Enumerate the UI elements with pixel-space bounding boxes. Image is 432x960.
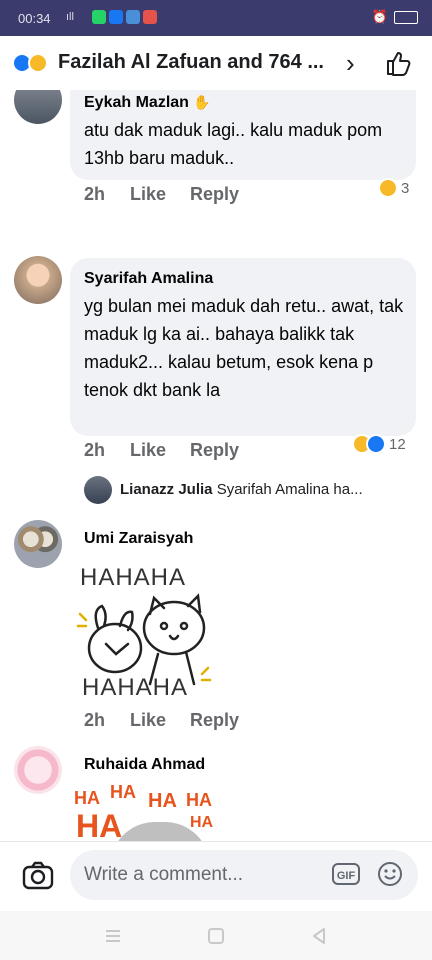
sticker-word: HA <box>110 782 136 802</box>
sticker-word: HA <box>190 814 214 831</box>
like-button[interactable]: Like <box>130 184 166 205</box>
like-thumb-icon[interactable] <box>384 48 414 78</box>
status-bar: 00:34 ıll ⏰ <box>0 0 432 36</box>
sticker-word: HA <box>76 808 123 844</box>
comment-list[interactable]: Eykah Mazlan ✋ atu dak maduk lagi.. kalu… <box>0 90 432 877</box>
comment-author[interactable]: Eykah Mazlan ✋ <box>84 94 211 112</box>
comment-bubble[interactable]: Eykah Mazlan ✋ atu dak maduk lagi.. kalu… <box>70 90 416 180</box>
haha-reaction-icon <box>378 178 398 198</box>
reply-avatar[interactable] <box>84 476 112 504</box>
reactions-header[interactable]: Fazilah Al Zafuan and 764 ... › <box>0 36 432 90</box>
comment-time: 2h <box>84 710 106 730</box>
facebook-icon <box>109 10 123 24</box>
like-button[interactable]: Like <box>130 710 166 731</box>
comment-time: 2h <box>84 440 106 460</box>
reactions-summary[interactable]: Fazilah Al Zafuan and 764 ... <box>58 51 344 74</box>
reaction-icons <box>12 52 52 74</box>
phone-icon <box>126 10 140 24</box>
sticker-word: HA <box>148 790 177 812</box>
comment-reactions[interactable]: 12 <box>352 434 406 454</box>
like-reaction-icon <box>366 434 386 454</box>
status-right: ⏰ <box>372 9 418 25</box>
system-nav-bar <box>0 911 432 960</box>
sticker-text-bottom: HAHAHA <box>82 674 189 701</box>
like-button[interactable]: Like <box>130 440 166 461</box>
avatar[interactable] <box>14 256 62 304</box>
comment-text: yg bulan mei maduk dah retu.. awat, tak … <box>84 296 404 400</box>
status-time: 00:34 <box>18 11 51 26</box>
reply-text: Syarifah Amalina ha... <box>216 481 363 498</box>
haha-reaction-icon <box>28 53 48 73</box>
back-icon[interactable] <box>308 925 330 947</box>
comment-author[interactable]: Umi Zaraisyah <box>84 530 193 548</box>
battery-icon <box>394 10 418 24</box>
chevron-right-icon[interactable]: › <box>346 48 355 79</box>
comment-author[interactable]: Ruhaida Ahmad <box>84 756 205 774</box>
whatsapp-icon <box>92 10 106 24</box>
comment-input[interactable]: Write a comment... GIF <box>70 850 418 900</box>
reply-button[interactable]: Reply <box>190 184 239 205</box>
sticker-word: HA <box>74 788 100 808</box>
app-notification-icon <box>143 10 157 24</box>
reply-author[interactable]: Lianazz Julia <box>120 481 213 498</box>
comment-author[interactable]: Syarifah Amalina <box>84 270 213 288</box>
reaction-count: 12 <box>389 435 406 453</box>
emoji-icon[interactable] <box>376 860 404 888</box>
haha-cats-sticker[interactable]: HAHAHA HAHAHA <box>70 556 220 706</box>
alarm-icon: ⏰ <box>371 9 388 24</box>
comment-text: atu dak maduk lagi.. kalu maduk pom 13hb… <box>84 120 383 168</box>
comment-bubble[interactable]: Syarifah Amalina yg bulan mei maduk dah … <box>70 258 416 436</box>
reaction-count: 3 <box>401 179 410 197</box>
avatar[interactable] <box>14 90 62 124</box>
avatar[interactable] <box>14 746 62 794</box>
sticker-word: HA <box>186 790 212 810</box>
menu-icon[interactable] <box>102 925 124 947</box>
camera-icon[interactable] <box>20 858 56 894</box>
home-icon[interactable] <box>205 925 227 947</box>
reply-button[interactable]: Reply <box>190 440 239 461</box>
reply-button[interactable]: Reply <box>190 710 239 731</box>
comment-reactions[interactable]: 3 <box>378 178 409 198</box>
comment-time: 2h <box>84 184 106 204</box>
comments-sheet: Fazilah Al Zafuan and 764 ... › Eykah Ma… <box>0 36 432 960</box>
wave-icon: ✋ <box>193 94 211 110</box>
signal-icon: ıll <box>66 11 74 23</box>
reply-preview[interactable]: Lianazz Julia Syarifah Amalina ha... <box>120 481 420 498</box>
gif-button[interactable]: GIF <box>332 863 360 885</box>
avatar[interactable] <box>14 520 62 568</box>
notification-icons <box>92 10 157 24</box>
comment-placeholder: Write a comment... <box>84 864 244 885</box>
